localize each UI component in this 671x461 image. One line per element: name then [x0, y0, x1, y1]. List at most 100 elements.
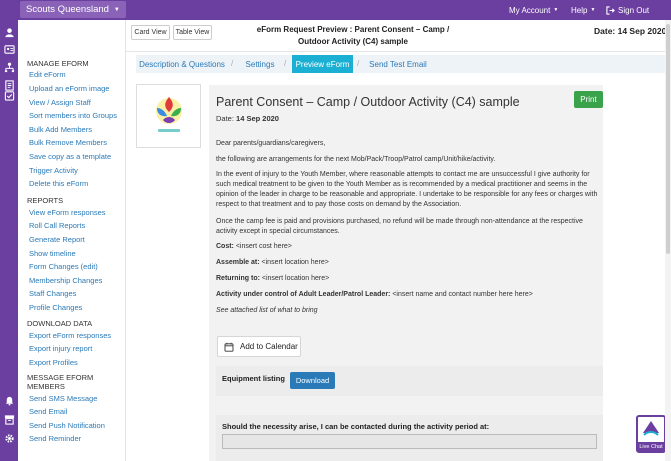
contact-question: Should the necessity arise, I can be con…: [222, 422, 490, 431]
form-title: Parent Consent – Camp / Outdoor Activity…: [216, 95, 520, 109]
tab-separator: /: [284, 59, 287, 68]
bell-icon[interactable]: [3, 394, 15, 406]
card-view-button[interactable]: Card View: [131, 25, 170, 40]
control-label: Activity under control of Adult Leader/P…: [216, 291, 391, 298]
icon-rail: [0, 20, 18, 461]
sign-out-label: Sign Out: [618, 5, 650, 15]
form-returning: Returning to: <insert location here>: [216, 274, 600, 284]
sidebar-item[interactable]: Generate Report: [29, 235, 85, 244]
gear-icon[interactable]: [3, 432, 15, 444]
hierarchy-icon[interactable]: [3, 61, 15, 73]
sidebar-item[interactable]: Export Profiles: [29, 358, 78, 367]
sidebar-item[interactable]: Send Email: [29, 407, 67, 416]
sidebar-item[interactable]: Send Reminder: [29, 434, 81, 443]
form-cost: Cost: <insert cost here>: [216, 242, 600, 252]
sidebar-item[interactable]: View / Assign Staff: [29, 98, 91, 107]
assemble-value: <insert location here>: [261, 259, 329, 266]
sidebar-item[interactable]: Delete this eForm: [29, 179, 88, 188]
sidebar-heading-message: MESSAGE EFORM MEMBERS: [27, 373, 93, 391]
sign-out-icon: [606, 5, 615, 15]
assemble-label: Assemble at:: [216, 259, 260, 266]
calendar-icon: [224, 342, 234, 352]
tab-separator: /: [231, 59, 234, 68]
print-button[interactable]: Print: [574, 91, 603, 108]
sidebar-heading-manage: MANAGE EFORM: [27, 59, 89, 68]
sidebar-item[interactable]: Bulk Remove Members: [29, 138, 107, 147]
download-button[interactable]: Download: [290, 372, 335, 389]
tab-settings[interactable]: Settings: [238, 55, 282, 73]
add-to-calendar-label: Add to Calendar: [240, 342, 298, 351]
sidebar-item[interactable]: Bulk Add Members: [29, 125, 92, 134]
sidebar-item[interactable]: Sort members into Groups: [29, 111, 117, 120]
archive-icon[interactable]: [3, 413, 15, 425]
cost-value: <insert cost here>: [235, 243, 292, 250]
sidebar-item[interactable]: Send Push Notification: [29, 421, 105, 430]
live-chat-label: Live Chat: [638, 442, 664, 451]
sidebar-heading-reports: REPORTS: [27, 196, 64, 205]
sidebar-item[interactable]: Staff Changes: [29, 289, 76, 298]
scouts-logo-icon: [155, 97, 182, 132]
sidebar-heading-download: DOWNLOAD DATA: [27, 319, 93, 328]
chevron-down-icon: ▼: [553, 7, 559, 13]
chevron-down-icon: ▼: [590, 7, 596, 13]
contact-input[interactable]: [222, 434, 597, 449]
tab-bar: Description & Questions / Settings / Pre…: [136, 55, 666, 73]
sidebar-item[interactable]: Form Changes (edit): [29, 262, 98, 271]
eform-logo: [136, 84, 201, 148]
page-header: Card View Table View eForm Request Previ…: [126, 20, 671, 52]
profile-icon[interactable]: [3, 43, 15, 55]
sidebar-item[interactable]: Send SMS Message: [29, 394, 97, 403]
live-chat-button[interactable]: Live Chat: [636, 415, 666, 453]
sidebar-item[interactable]: Export eForm responses: [29, 331, 111, 340]
help-label: Help: [571, 5, 588, 15]
control-value: <insert name and contact number here her…: [392, 291, 533, 298]
cost-label: Cost:: [216, 243, 234, 250]
tab-separator: /: [357, 59, 360, 68]
page-title-line2: Outdoor Activity (C4) sample: [298, 37, 408, 46]
sidebar-heading-message-line1: MESSAGE EFORM: [27, 373, 94, 382]
help-menu[interactable]: Help ▼: [571, 0, 595, 20]
sidebar-item[interactable]: Show timeline: [29, 249, 76, 258]
sidebar-item[interactable]: Edit eForm: [29, 70, 66, 79]
form-control: Activity under control of Adult Leader/P…: [216, 290, 600, 300]
tab-send-test-email[interactable]: Send Test Email: [364, 55, 432, 73]
form-fee-text: Once the camp fee is paid and provisions…: [216, 218, 583, 235]
form-assemble: Assemble at: <insert location here>: [216, 258, 600, 268]
tab-preview-eform[interactable]: Preview eForm: [292, 55, 353, 73]
sidebar-heading-message-line2: MEMBERS: [27, 382, 65, 391]
sidebar-item[interactable]: Export injury report: [29, 344, 92, 353]
form-date-value: 14 Sep 2020: [236, 114, 279, 123]
calendar-check-icon[interactable]: [3, 89, 15, 101]
page-title-line1: eForm Request Preview : Parent Consent –…: [256, 25, 450, 34]
chevron-down-icon: ▼: [113, 6, 120, 13]
returning-label: Returning to:: [216, 275, 260, 282]
equipment-label: Equipment listing: [222, 374, 285, 383]
sidebar-item[interactable]: Membership Changes: [29, 276, 102, 285]
chat-logo-icon: [643, 421, 659, 436]
header-date: Date: 14 Sep 2020: [594, 26, 667, 36]
sidebar-item[interactable]: Trigger Activity: [29, 166, 78, 175]
sidebar-item[interactable]: Roll Call Reports: [29, 221, 85, 230]
members-icon[interactable]: [3, 26, 15, 38]
form-date-label: Date:: [216, 114, 234, 123]
form-injury-text: In the event of injury to the Youth Memb…: [216, 171, 598, 208]
form-date: Date: 14 Sep 2020: [216, 114, 279, 123]
table-view-button[interactable]: Table View: [173, 25, 212, 40]
top-bar: Scouts Queensland ▼ My Account ▼ Help ▼ …: [0, 0, 671, 20]
org-selector-label: Scouts Queensland: [26, 4, 109, 15]
sidebar-item[interactable]: Save copy as a template: [29, 152, 111, 161]
page-title: eForm Request Preview : Parent Consent –…: [238, 24, 468, 48]
sign-out-button[interactable]: Sign Out: [606, 0, 649, 20]
form-attached-note: See attached list of what to bring: [216, 307, 318, 314]
sidebar-item[interactable]: Profile Changes: [29, 303, 82, 312]
add-to-calendar-button[interactable]: Add to Calendar: [217, 336, 301, 357]
my-account-label: My Account: [509, 5, 551, 15]
form-intro: the following are arrangements for the n…: [216, 156, 496, 163]
page-scrollbar-thumb[interactable]: [666, 24, 670, 254]
tab-description-questions[interactable]: Description & Questions: [136, 55, 228, 73]
returning-value: <insert location here>: [261, 275, 330, 282]
org-selector[interactable]: Scouts Queensland ▼: [20, 1, 126, 18]
sidebar-item[interactable]: View eForm responses: [29, 208, 106, 217]
my-account-menu[interactable]: My Account ▼: [509, 0, 558, 20]
sidebar-item[interactable]: Upload an eForm image: [29, 84, 109, 93]
